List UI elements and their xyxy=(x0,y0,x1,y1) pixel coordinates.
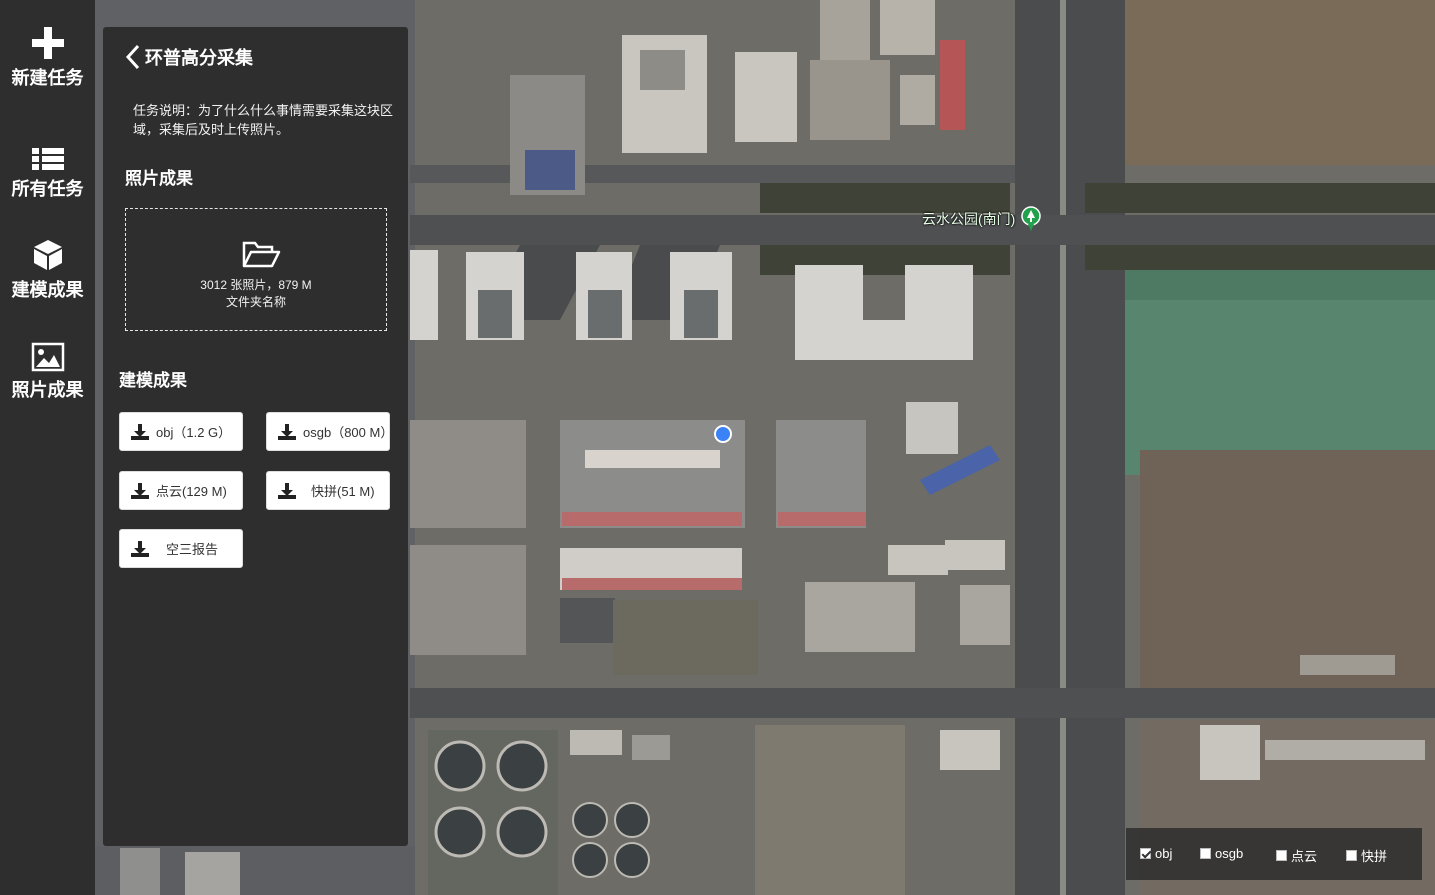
task-detail-panel: 环普高分采集 任务说明：为了什么什么事情需要采集这块区域，采集后及时上传照片。 … xyxy=(103,27,408,846)
cube-icon xyxy=(33,240,62,270)
task-title: 环普高分采集 xyxy=(145,48,253,68)
poi-label: 云水公园(南门) xyxy=(922,211,1016,227)
checkbox[interactable] xyxy=(1346,850,1357,861)
layer-label: osgb xyxy=(1215,846,1244,861)
nav-label: 所有任务 xyxy=(11,179,84,199)
layer-label: 点云 xyxy=(1291,849,1318,864)
photo-stats: 3012 张照片，879 M xyxy=(200,278,312,292)
photo-folder-box[interactable]: 3012 张照片，879 M 文件夹名称 xyxy=(125,208,387,331)
nav-label: 新建任务 xyxy=(11,68,84,88)
current-location-marker xyxy=(714,425,732,443)
layer-toggle-pointcloud[interactable]: 点云 xyxy=(1276,846,1317,865)
checkbox[interactable] xyxy=(1200,848,1211,859)
model-section-title: 建模成果 xyxy=(119,371,187,390)
nav-item-all-tasks[interactable]: 所有任务 xyxy=(0,147,95,201)
layer-label: obj xyxy=(1155,846,1173,861)
checkbox[interactable] xyxy=(1276,850,1287,861)
chevron-left-icon xyxy=(125,44,140,70)
poi-marker[interactable]: 云水公园(南门) xyxy=(922,206,1042,232)
folder-open-icon xyxy=(242,241,281,268)
back-title[interactable]: 环普高分采集 xyxy=(125,43,253,71)
task-description: 任务说明：为了什么什么事情需要采集这块区域，采集后及时上传照片。 xyxy=(133,103,394,137)
layer-toggle-obj[interactable]: obj xyxy=(1140,846,1172,861)
park-marker-icon xyxy=(1021,206,1042,231)
layer-toggle-osgb[interactable]: osgb xyxy=(1200,846,1243,861)
download-label: 点云(129 M) xyxy=(156,484,227,499)
download-quickmosaic-button[interactable]: 快拼(51 M) xyxy=(266,471,390,510)
download-icon xyxy=(131,540,149,557)
sidebar-nav: 新建任务 所有任务 建模成果 照片成果 xyxy=(0,0,95,895)
download-icon xyxy=(278,423,296,440)
layer-label: 快拼 xyxy=(1361,849,1388,864)
list-icon xyxy=(31,148,64,170)
download-label: obj（1.2 G） xyxy=(156,425,232,440)
layer-toggle-panel: obj osgb 点云 快拼 xyxy=(1126,828,1422,880)
nav-label: 照片成果 xyxy=(11,380,84,400)
download-label: osgb（800 M） xyxy=(303,425,394,440)
photo-section-title: 照片成果 xyxy=(125,169,193,188)
nav-item-photo-results[interactable]: 照片成果 xyxy=(0,342,95,402)
nav-item-new-task[interactable]: 新建任务 xyxy=(0,26,95,90)
layer-toggle-quickmosaic[interactable]: 快拼 xyxy=(1346,846,1387,865)
download-aerotriangulation-report-button[interactable]: 空三报告 xyxy=(119,529,243,568)
download-icon xyxy=(131,423,149,440)
download-label: 空三报告 xyxy=(166,542,219,557)
download-pointcloud-button[interactable]: 点云(129 M) xyxy=(119,471,243,510)
image-icon xyxy=(31,342,64,372)
checkbox[interactable] xyxy=(1140,848,1151,859)
download-label: 快拼(51 M) xyxy=(311,484,375,499)
download-icon xyxy=(278,482,296,499)
download-obj-button[interactable]: obj（1.2 G） xyxy=(119,412,243,451)
nav-label: 建模成果 xyxy=(11,280,84,300)
download-osgb-button[interactable]: osgb（800 M） xyxy=(266,412,394,451)
plus-icon xyxy=(31,27,64,59)
nav-item-model-results[interactable]: 建模成果 xyxy=(0,238,95,302)
folder-name: 文件夹名称 xyxy=(225,295,286,309)
download-icon xyxy=(131,482,149,499)
